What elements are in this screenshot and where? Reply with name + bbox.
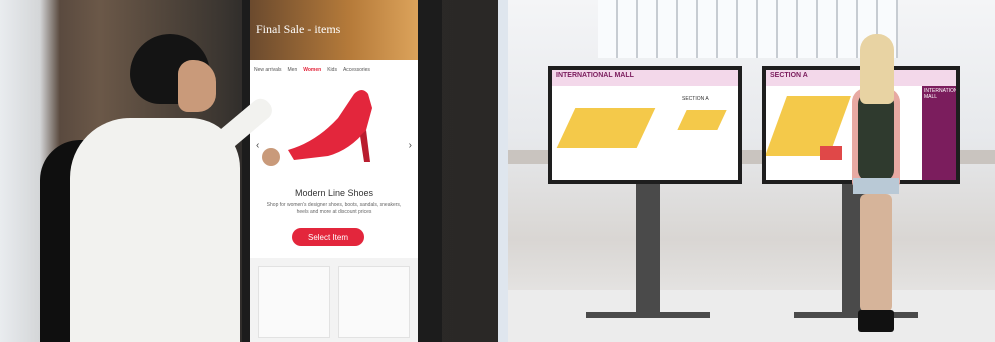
hero-banner[interactable]: Final Sale - items [250,0,418,60]
thumbnail-row [250,258,418,342]
highlight-store[interactable] [820,146,842,160]
person-boots [858,310,894,332]
kiosk-screen[interactable]: Final Sale - items New arrivals Men Wome… [250,0,418,342]
panel-divider [498,0,508,342]
right-photo-panel: INTERNATIONAL MALL SECTION A SECTION A I… [508,0,995,342]
hero-title: Final Sale - items [256,22,341,36]
mall-title-right: INTERNATIONAL MALL [924,88,960,100]
person-hair [860,34,894,104]
nav-item-accessories[interactable]: Accessories [343,67,370,73]
red-shoe-image [288,90,372,162]
backpack [858,92,894,182]
person-legs [860,194,892,312]
nav-item-kids[interactable]: Kids [327,67,337,73]
woman-hand [262,148,280,166]
select-item-button[interactable]: Select Item [292,228,364,246]
nav-item-new[interactable]: New arrivals [254,67,282,73]
left-photo-panel: Final Sale - items New arrivals Men Wome… [0,0,498,342]
screen-header-left: INTERNATIONAL MALL [552,70,738,86]
kiosk-base-right [794,312,918,318]
nav-item-women[interactable]: Women [303,67,321,73]
product-description: Shop for women's designer shoes, boots, … [266,202,402,215]
next-arrow-icon[interactable]: › [409,140,412,151]
mall-title-left: INTERNATIONAL MALL [556,72,634,79]
woman-face [178,60,216,112]
section-map-left[interactable] [677,110,727,130]
directory-list[interactable]: INTERNATIONAL MALL [922,86,956,180]
mall-map-screen-left[interactable]: INTERNATIONAL MALL SECTION A [548,66,742,184]
skylight [598,0,898,58]
floor-map-left[interactable] [556,108,656,148]
thumbnail-shoe[interactable] [338,266,410,338]
product-title: Modern Line Shoes [294,188,374,198]
prev-arrow-icon[interactable]: ‹ [256,140,259,151]
section-label-left: SECTION A [682,96,709,102]
person-shorts [853,178,899,194]
category-nav: New arrivals Men Women Kids Accessories [250,62,418,78]
floor [508,290,995,342]
nav-item-men[interactable]: Men [288,67,298,73]
thumbnail-bag[interactable] [258,266,330,338]
kiosk-stand-left [636,178,660,318]
kiosk-base-left [586,312,710,318]
